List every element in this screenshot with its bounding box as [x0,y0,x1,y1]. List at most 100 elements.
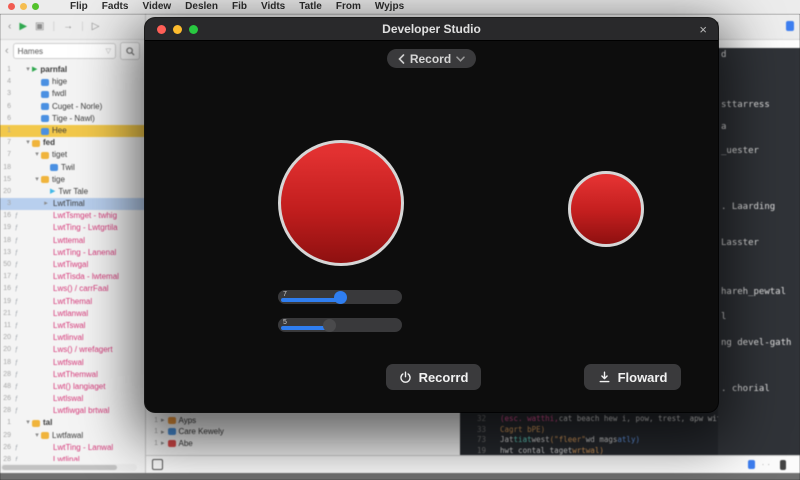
tree-row[interactable]: 16 ƒ Lws() / carrFaal [0,283,145,295]
tree-row[interactable]: 18 Twil [0,162,145,174]
tree-row[interactable]: 7 ▾ fed [0,137,145,149]
file-label: Ayps [178,415,197,425]
tree-row[interactable]: 28 ƒ Lwtfiwgal brtwal [0,405,145,417]
tree-row[interactable]: 50 ƒ LwtTiwgal [0,259,145,271]
slider-1-thumb[interactable] [334,290,347,304]
tree-row[interactable]: 1 ▾ tal [0,417,145,429]
disclosure-icon[interactable]: ▾ [33,174,41,186]
play-outline-icon[interactable]: ▷ [92,21,100,32]
menu-item-vidts[interactable]: Vidts [261,1,285,12]
code-segment: wd mags [585,435,618,444]
menu-item-deslen[interactable]: Deslen [185,1,218,12]
breakpoint-icon[interactable] [152,459,163,470]
tree-row[interactable]: 3 ▸ LwtTimal [0,198,145,211]
scrollbar-thumb[interactable] [2,465,117,470]
line-number: 28 [3,407,11,415]
tree-row[interactable]: 26 ƒ Lwtlswal [0,393,145,405]
tree-row[interactable]: 1 ▾ ▶ parnfal [0,64,145,76]
tree-row[interactable]: 20 ƒ Lwtlinval [0,332,145,344]
close-window-icon[interactable] [8,3,15,10]
tree-row[interactable]: 1 Hee [0,124,145,138]
tree-item-label: LwtTimal [53,199,85,209]
line-number: 33 [476,424,486,434]
lock-icon[interactable]: ▣ [35,21,44,32]
right-panel-toolbar [718,14,800,40]
tree-row[interactable]: 13 ƒ LwtTing - Lanenal [0,247,145,259]
disclosure-icon[interactable]: ▸ [161,439,165,447]
folder-icon [41,176,49,184]
search-input[interactable]: Hames ▽ [12,43,116,59]
folder-icon [41,432,49,440]
menu-item-fib[interactable]: Fib [232,1,247,12]
search-button[interactable] [120,42,140,60]
forward-button[interactable]: Floward [584,364,681,390]
forward-icon[interactable]: → [63,21,73,32]
tree-row[interactable]: 6 Tige - Nawl) [0,113,145,125]
file-row[interactable]: 1 ▸ Care Kewely [146,426,460,438]
tree-item-label: Hee [52,125,67,135]
tree-row[interactable]: 19 ƒ LwtTing - Lwtgrtila [0,222,145,234]
disclosure-icon[interactable]: ▸ [161,428,165,436]
menu-item-flip[interactable]: Flip [70,1,88,12]
tree-row[interactable]: 19 ƒ LwtThemal [0,296,145,308]
tree-row[interactable]: 11 ƒ LwtTswal [0,320,145,332]
tree-row[interactable]: 21 ƒ Lwtlanwal [0,308,145,320]
tree-row[interactable]: 28 ƒ LwtThemwal [0,369,145,381]
tree-row[interactable]: 6 Cuget - Norle) [0,101,145,113]
disclosure-icon[interactable]: ▸ [161,416,165,424]
tree-row[interactable]: 15 ▾ tige [0,174,145,186]
chevron-left-icon[interactable]: ‹ [5,45,9,57]
line-number: 19 [3,297,11,305]
tree-row[interactable]: 16 ƒ LwtTsmget - twhig [0,210,145,222]
tree-row[interactable]: 26 ƒ LwtTing - Lanwal [0,442,145,454]
file-tree: 1 ▾ ▶ parnfal 4 hige 3 fwdl 6 Cuget - Norle) 6 Tige… [0,64,145,461]
menu-item-from[interactable]: From [336,1,361,12]
horizontal-scrollbar[interactable] [0,464,137,471]
file-row[interactable]: 1 ▸ Abe [146,438,460,450]
disclosure-icon[interactable]: ▾ [24,137,32,149]
tree-item-label: Twr Tale [58,186,89,196]
file-row[interactable]: 1 ▸ Ayps [146,415,460,427]
tree-row[interactable]: 20 ƒ Lws() / wrefagert [0,344,145,356]
menu-item-fadts[interactable]: Fadts [102,1,129,12]
record-mode-selector[interactable]: Record [387,49,476,68]
menu-item-tatle[interactable]: Tatle [299,1,322,12]
tree-row[interactable]: 7 ▾ tiget [0,149,145,161]
tree-item-label: Lws() / wrefagert [53,345,113,355]
run-icon[interactable]: ▶ [19,21,27,32]
disclosure-icon[interactable]: ▾ [33,430,41,442]
back-icon[interactable]: ‹ [8,21,11,32]
tree-row[interactable]: 3 fwdl [0,88,145,100]
slider-2-thumb[interactable] [323,318,336,332]
slider-1[interactable]: 7 [278,290,402,304]
tree-row[interactable]: 18 ƒ Lwtfswal [0,357,145,369]
code-segment: Jat [500,435,514,444]
disclosure-icon[interactable]: ▾ [33,149,41,161]
tree-row[interactable]: 28 ƒ Lwtlinal [0,454,145,461]
code-fragments: d sttarress a _uester . Laarding Lasster hareh… [718,48,800,455]
line-number: 20 [3,346,11,354]
tree-row[interactable]: 17 ƒ LwtTisda - lwtemal [0,271,145,283]
filter-icon[interactable]: ▽ [106,47,111,55]
zoom-window-icon[interactable] [32,3,39,10]
disclosure-icon[interactable]: ▾ [24,64,32,76]
minimize-window-icon[interactable] [20,3,27,10]
menu-item-videw[interactable]: Videw [142,1,171,12]
modal-title-bar[interactable]: Developer Studio × [145,18,718,41]
record-button[interactable]: Recorrd [386,364,481,390]
line-number: 18 [3,163,11,171]
tree-row[interactable]: 4 hige [0,76,145,88]
tree-item-label: tige [52,174,65,184]
slider-2[interactable]: 5 [278,318,402,332]
tree-row[interactable]: 48 ƒ Lwt() langiaget [0,381,145,393]
disclosure-icon[interactable]: ▸ [42,198,50,210]
status-app-icon[interactable] [747,460,755,469]
tree-row[interactable]: 29 ▾ Lwtfawal [0,430,145,442]
disclosure-icon[interactable]: ▾ [24,417,32,429]
status-bar: ·· [146,455,800,473]
close-icon[interactable]: × [699,22,707,37]
document-icon[interactable] [786,21,794,31]
tree-row[interactable]: 20 ▶ Twr Tale [0,186,145,198]
menu-item-wyjps[interactable]: Wyjps [375,1,404,12]
tree-row[interactable]: 18 ƒ Lwttemal [0,235,145,247]
